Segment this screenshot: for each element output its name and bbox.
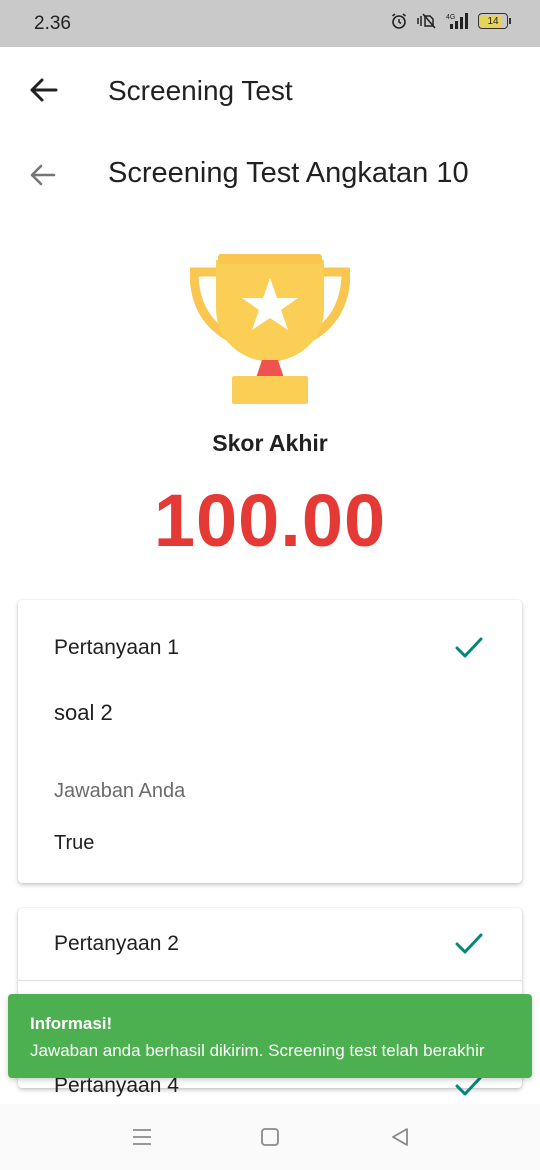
answer-label: Jawaban Anda	[54, 780, 186, 802]
signal-icon: 4G	[446, 13, 468, 29]
back-icon[interactable]	[388, 1126, 412, 1148]
sub-header: Screening Test Angkatan 10	[0, 135, 540, 215]
svg-text:4G: 4G	[446, 14, 455, 21]
status-icons: 4G 14	[390, 12, 511, 30]
question-card[interactable]: Pertanyaan 1 soal 2 Jawaban Anda True	[18, 600, 522, 883]
toast-title: Informasi!	[30, 1014, 113, 1033]
info-toast[interactable]: Informasi! Jawaban anda berhasil dikirim…	[8, 994, 532, 1078]
toast-message: Jawaban anda berhasil dikirim. Screening…	[30, 1041, 485, 1060]
home-icon[interactable]	[258, 1126, 282, 1148]
check-icon	[455, 933, 483, 954]
page-title: Screening Test	[108, 75, 293, 106]
arrow-left-icon[interactable]	[26, 73, 60, 107]
score-value: 100.00	[153, 479, 387, 562]
trophy-icon	[190, 254, 350, 404]
score-label: Skor Akhir	[212, 430, 328, 456]
app-bar: Screening Test	[0, 47, 540, 135]
battery-icon: 14	[478, 13, 511, 29]
system-nav-bar	[0, 1104, 540, 1170]
arrow-left-icon[interactable]	[26, 159, 58, 191]
battery-level: 14	[487, 15, 499, 27]
status-bar: 2.36 4G 14	[0, 0, 540, 47]
check-icon	[455, 637, 483, 658]
question-title: Pertanyaan 2	[54, 932, 179, 955]
vibrate-off-icon	[417, 13, 436, 29]
menu-icon[interactable]	[130, 1126, 154, 1148]
question-text: soal 2	[54, 700, 113, 725]
test-title: Screening Test Angkatan 10	[108, 157, 469, 189]
question-title: Pertanyaan 1	[54, 636, 179, 659]
answer-value: True	[54, 832, 95, 854]
divider	[18, 980, 522, 981]
alarm-icon	[392, 13, 406, 29]
status-time: 2.36	[34, 13, 71, 34]
